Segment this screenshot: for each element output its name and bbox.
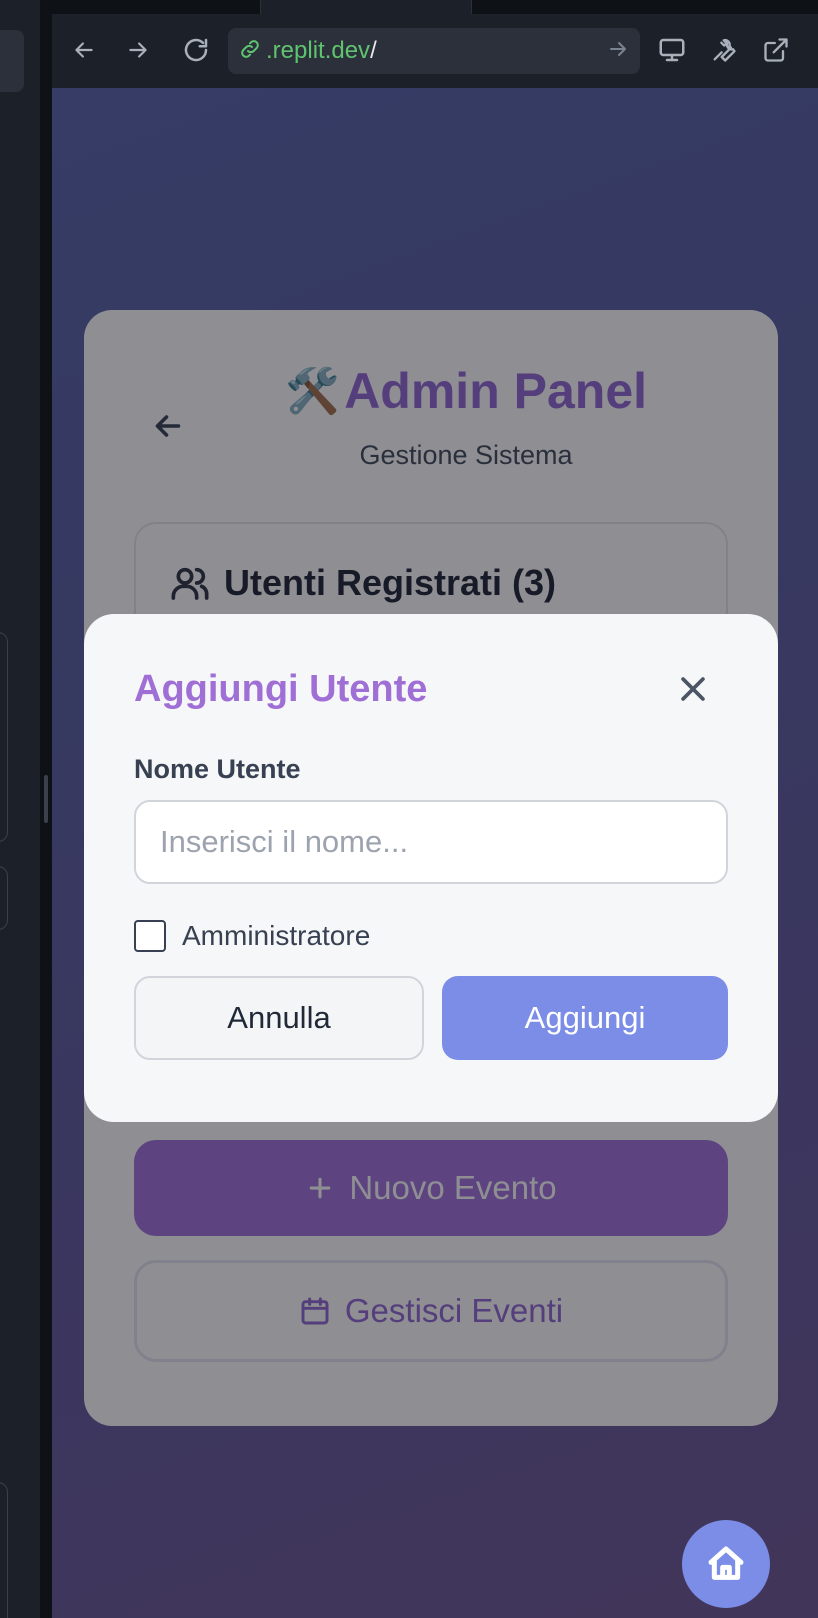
ide-panel-tab[interactable]: [0, 30, 24, 92]
username-label: Nome Utente: [134, 754, 301, 784]
close-icon: [681, 677, 705, 701]
url-domain: .replit.dev: [266, 37, 371, 64]
dialog-title: Aggiungi Utente: [134, 668, 428, 710]
link-icon: [238, 37, 262, 66]
open-new-tab-button[interactable]: [756, 30, 796, 70]
admin-checkbox-label[interactable]: Amministratore: [182, 920, 370, 952]
ide-panel-card: [0, 1482, 8, 1618]
admin-checkbox[interactable]: [134, 920, 166, 952]
submit-add-user-button[interactable]: Aggiungi: [442, 976, 728, 1060]
external-link-icon: [764, 38, 788, 62]
ide-panel-card: [0, 632, 8, 842]
reload-button[interactable]: [176, 30, 216, 70]
browser-tab[interactable]: [260, 0, 472, 14]
admin-checkbox-row[interactable]: Amministratore: [134, 920, 370, 952]
wrench-icon: [713, 38, 736, 62]
username-input[interactable]: [134, 800, 728, 884]
go-arrow-icon[interactable]: [606, 37, 630, 66]
url-path: /: [370, 37, 377, 64]
forward-nav-button[interactable]: [118, 30, 158, 70]
tab-strip: [52, 0, 818, 14]
app-viewport: 🛠️ Admin Panel Gestione Sistema Utenti R…: [52, 88, 818, 1618]
ide-panel-card: [0, 866, 8, 930]
home-icon: [708, 1546, 744, 1580]
monitor-icon: [659, 38, 685, 62]
add-user-dialog: Aggiungi Utente Nome Utente Amministrato…: [84, 614, 778, 1122]
home-button[interactable]: [682, 1520, 770, 1608]
devtools-preview-button[interactable]: [652, 30, 692, 70]
pane-resize-handle[interactable]: [44, 775, 48, 823]
close-button[interactable]: [676, 672, 710, 706]
url-bar[interactable]: .replit.dev /: [228, 28, 640, 74]
arrow-right-icon: [129, 42, 147, 58]
devtools-button[interactable]: [704, 30, 744, 70]
browser-toolbar: .replit.dev /: [52, 0, 818, 88]
reload-icon: [184, 38, 208, 62]
cancel-button[interactable]: Annulla: [134, 976, 424, 1060]
arrow-left-icon: [75, 42, 93, 58]
back-nav-button[interactable]: [64, 30, 104, 70]
